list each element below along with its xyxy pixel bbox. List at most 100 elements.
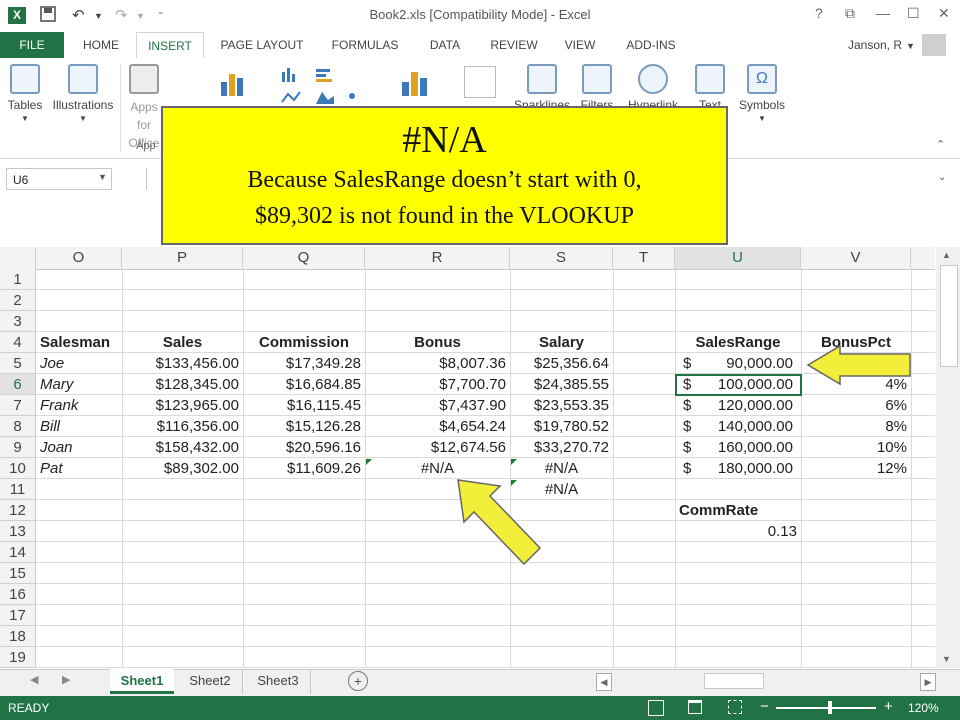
normal-view-icon[interactable] (648, 700, 664, 716)
cell-commission[interactable]: $17,349.28 (243, 353, 365, 374)
row-header[interactable]: 11 (0, 479, 36, 500)
symbols-button[interactable]: Ω Symbols ▼ (734, 64, 790, 123)
user-name[interactable]: Janson, R (840, 32, 910, 58)
error-indicator-icon[interactable] (366, 459, 372, 465)
minimize-icon[interactable]: — (876, 5, 890, 21)
cell-bonus[interactable]: $7,700.70 (365, 374, 510, 395)
row-header[interactable]: 18 (0, 626, 36, 647)
tab-file[interactable]: FILE (0, 32, 64, 58)
cell-bonuspct[interactable]: 10% (801, 437, 911, 458)
cell-salary-header[interactable]: Salary (510, 332, 613, 353)
cell-bonuspct[interactable]: 8% (801, 416, 911, 437)
cell-salary[interactable]: $25,356.64 (510, 353, 613, 374)
select-all-corner[interactable] (0, 247, 36, 269)
cell-salesman[interactable]: Pat (36, 458, 122, 479)
horizontal-scroll-thumb[interactable] (704, 673, 764, 689)
cell-salesman[interactable]: Bill (36, 416, 122, 437)
tab-add-ins[interactable]: ADD-INS (614, 32, 688, 58)
cell-bonus[interactable]: $4,654.24 (365, 416, 510, 437)
row-header[interactable]: 3 (0, 311, 36, 332)
tab-page-layout[interactable]: PAGE LAYOUT (212, 32, 312, 58)
row-header[interactable]: 10 (0, 458, 36, 479)
row-header[interactable]: 16 (0, 584, 36, 605)
cell-bonus-header[interactable]: Bonus (365, 332, 510, 353)
row-header[interactable]: 12 (0, 500, 36, 521)
hyperlink-button[interactable]: Hyperlink (624, 64, 682, 108)
zoom-in-icon[interactable]: + (884, 698, 893, 715)
zoom-slider[interactable] (776, 707, 876, 709)
collapse-ribbon-icon[interactable]: ⌃ (936, 138, 945, 151)
row-header[interactable]: 4 (0, 332, 36, 353)
cell-commission[interactable]: $20,596.16 (243, 437, 365, 458)
cell-salesman[interactable]: Joe (36, 353, 122, 374)
column-header-p[interactable]: P (122, 247, 243, 269)
row-header[interactable]: 13 (0, 521, 36, 542)
cell-bonuspct[interactable]: 12% (801, 458, 911, 479)
cell-commission[interactable]: $16,115.45 (243, 395, 365, 416)
cell-bonus[interactable]: $12,674.56 (365, 437, 510, 458)
cell-bonus[interactable]: $8,007.36 (365, 353, 510, 374)
tab-view[interactable]: VIEW (556, 32, 604, 58)
sparklines-button[interactable]: Sparklines (510, 64, 574, 108)
row-header[interactable]: 9 (0, 437, 36, 458)
column-header-v[interactable]: V (801, 247, 911, 269)
tab-home[interactable]: HOME (72, 32, 130, 58)
illustrations-button[interactable]: Illustrations ▼ (48, 64, 118, 123)
close-icon[interactable]: ✕ (938, 5, 950, 22)
cell-sales[interactable]: $123,965.00 (122, 395, 243, 416)
expand-formula-bar-icon[interactable]: ⌄ (938, 172, 946, 183)
line-chart-icon[interactable] (280, 88, 370, 106)
power-view-icon[interactable] (464, 66, 496, 98)
avatar[interactable] (922, 34, 946, 56)
zoom-out-icon[interactable]: − (760, 698, 769, 715)
column-header-r[interactable]: R (365, 247, 510, 269)
cell-commission-header[interactable]: Commission (243, 332, 365, 353)
column-header-s[interactable]: S (510, 247, 613, 269)
tab-formulas[interactable]: FORMULAS (322, 32, 408, 58)
cell-sales[interactable]: $116,356.00 (122, 416, 243, 437)
row-header[interactable]: 8 (0, 416, 36, 437)
horizontal-scroll-right-icon[interactable]: ▶ (920, 673, 936, 691)
row-header[interactable]: 17 (0, 605, 36, 626)
redo-dropdown-icon[interactable]: ▼ (136, 11, 145, 21)
cell-salary[interactable]: $19,780.52 (510, 416, 613, 437)
cell-salesman-header[interactable]: Salesman (36, 332, 122, 353)
sheet-tab-sheet1[interactable]: Sheet1 (110, 669, 174, 694)
cell-salesrange[interactable]: 90,000.00 (695, 353, 797, 374)
cell-commission[interactable]: $11,609.26 (243, 458, 365, 479)
sheet-next-icon[interactable]: ▶ (62, 673, 70, 686)
filters-button[interactable]: Filters (574, 64, 620, 108)
cell-salesman[interactable]: Joan (36, 437, 122, 458)
cell-bonus[interactable]: $7,437.90 (365, 395, 510, 416)
column-header-u[interactable]: U (675, 247, 801, 269)
tab-review[interactable]: REVIEW (482, 32, 546, 58)
sheet-prev-icon[interactable]: ◀ (30, 673, 38, 686)
row-header[interactable]: 5 (0, 353, 36, 374)
help-icon[interactable]: ? (815, 5, 823, 21)
zoom-level[interactable]: 120% (908, 701, 939, 715)
customize-toolbar-icon[interactable]: ⁼ (158, 10, 163, 21)
cell-commrate-label[interactable]: CommRate (675, 500, 801, 521)
column-header-q[interactable]: Q (243, 247, 365, 269)
ribbon-display-icon[interactable]: ⧉ (845, 5, 855, 22)
maximize-icon[interactable]: ☐ (907, 5, 920, 22)
zoom-slider-thumb[interactable] (828, 701, 832, 714)
new-sheet-icon[interactable]: + (348, 671, 368, 691)
cell-sales[interactable]: $89,302.00 (122, 458, 243, 479)
redo-icon[interactable]: ↷ (115, 6, 128, 24)
name-box[interactable]: U6 (6, 168, 112, 190)
cell-bonuspct[interactable]: 6% (801, 395, 911, 416)
row-header[interactable]: 2 (0, 290, 36, 311)
row-header[interactable]: 7 (0, 395, 36, 416)
text-button[interactable]: Text (690, 64, 730, 108)
cell-sales[interactable]: $133,456.00 (122, 353, 243, 374)
cell-salesrange-header[interactable]: SalesRange (675, 332, 801, 353)
formula-input[interactable] (146, 168, 161, 190)
bar-chart-icon[interactable] (280, 66, 336, 84)
cell-commrate-value[interactable]: 0.13 (675, 521, 801, 542)
row-header[interactable]: 19 (0, 647, 36, 668)
sheet-tab-sheet2[interactable]: Sheet2 (178, 669, 243, 694)
cell-sales[interactable]: $158,432.00 (122, 437, 243, 458)
sheet-tab-sheet3[interactable]: Sheet3 (246, 669, 311, 694)
cell-salesman[interactable]: Frank (36, 395, 122, 416)
